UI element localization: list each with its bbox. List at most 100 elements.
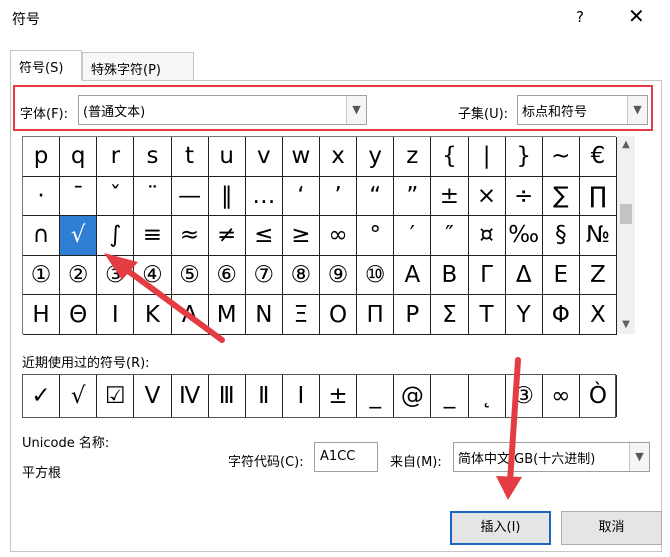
symbol-cell[interactable]: ≠ [208, 216, 246, 256]
symbol-cell[interactable]: Υ [505, 295, 543, 335]
symbol-cell[interactable]: Λ [171, 295, 209, 335]
symbol-cell[interactable]: r [97, 137, 135, 177]
font-select[interactable]: (普通文本) ▼ [78, 95, 367, 125]
char-code-input[interactable]: A1CC [314, 442, 378, 472]
symbol-cell[interactable]: ° [357, 216, 395, 256]
symbol-cell[interactable]: Ζ [579, 255, 617, 296]
symbol-cell[interactable]: Ο [320, 295, 358, 335]
symbol-cell[interactable]: ∑ [542, 176, 580, 217]
symbol-cell[interactable]: ’ [320, 176, 358, 217]
symbol-cell[interactable]: Π [357, 295, 395, 335]
recent-symbol-cell[interactable]: ③ [506, 375, 543, 417]
recent-symbol-cell[interactable]: ∞ [543, 375, 580, 417]
symbol-cell[interactable]: Ε [542, 255, 580, 296]
recent-symbol-cell[interactable]: Ⅳ [172, 375, 209, 417]
symbol-cell[interactable]: ③ [97, 255, 135, 296]
symbol-cell[interactable]: } [505, 137, 543, 177]
symbol-cell[interactable]: ~ [542, 137, 580, 177]
symbol-cell[interactable]: ⑦ [245, 255, 283, 296]
symbol-cell[interactable]: Α [394, 255, 432, 296]
symbol-cell[interactable]: ″ [431, 216, 469, 256]
symbol-cell[interactable]: ‰ [505, 216, 543, 256]
recent-symbol-cell[interactable]: _ [431, 375, 469, 417]
symbol-cell[interactable]: Σ [431, 295, 469, 335]
symbol-cell[interactable]: ‘ [282, 176, 320, 217]
symbol-cell[interactable]: — [171, 176, 209, 217]
recent-symbol-cell[interactable]: ˛ [469, 375, 506, 417]
symbol-cell[interactable]: ± [431, 176, 469, 217]
recent-symbol-cell[interactable]: Ò [580, 375, 617, 417]
chevron-down-icon[interactable]: ▼ [627, 96, 647, 124]
symbol-cell[interactable]: Ρ [394, 295, 432, 335]
symbol-cell[interactable]: ¤ [468, 216, 506, 256]
symbol-cell[interactable]: Ν [245, 295, 283, 335]
close-icon[interactable]: ✕ [628, 4, 645, 28]
recent-symbol-cell[interactable]: Ⅰ [283, 375, 320, 417]
symbol-cell[interactable]: × [468, 176, 506, 217]
symbol-cell[interactable]: ¨ [134, 176, 172, 217]
symbol-cell[interactable]: w [282, 137, 320, 177]
symbol-cell[interactable]: ∩ [23, 216, 61, 256]
symbol-cell[interactable]: ” [394, 176, 432, 217]
symbol-cell[interactable]: ′ [394, 216, 432, 256]
grid-scrollbar[interactable]: ▲ ▼ [617, 136, 635, 334]
symbol-cell[interactable]: ∫ [97, 216, 135, 256]
symbol-cell[interactable]: ˇ [97, 176, 135, 217]
recent-symbol-cell[interactable]: @ [394, 375, 432, 417]
symbol-cell[interactable]: ⑥ [208, 255, 246, 296]
symbol-cell[interactable]: t [171, 137, 209, 177]
symbol-cell[interactable]: … [245, 176, 283, 217]
chevron-down-icon[interactable]: ▼ [629, 443, 649, 471]
tab-symbols[interactable]: 符号(S) [10, 50, 82, 81]
scroll-down-icon[interactable]: ▼ [617, 316, 635, 334]
symbol-cell[interactable]: ∞ [320, 216, 358, 256]
symbol-cell[interactable]: ② [60, 255, 98, 296]
symbol-cell[interactable]: ∏ [579, 176, 617, 217]
symbol-cell[interactable]: Τ [468, 295, 506, 335]
symbol-cell[interactable]: Δ [505, 255, 543, 296]
symbol-cell[interactable]: · [23, 176, 61, 217]
symbol-cell[interactable]: ⑤ [171, 255, 209, 296]
symbol-cell[interactable]: | [468, 137, 506, 177]
recent-symbol-cell[interactable]: Ⅱ [246, 375, 283, 417]
symbol-cell[interactable]: z [394, 137, 432, 177]
symbol-cell[interactable]: “ [357, 176, 395, 217]
recent-symbol-cell[interactable]: Ⅴ [134, 375, 172, 417]
symbol-cell[interactable]: q [60, 137, 98, 177]
symbol-cell[interactable]: s [134, 137, 172, 177]
recent-symbol-cell[interactable]: ☑ [97, 375, 135, 417]
symbol-cell[interactable]: Η [23, 295, 61, 335]
symbol-cell[interactable]: ⑧ [282, 255, 320, 296]
symbol-cell[interactable]: ⑩ [357, 255, 395, 296]
symbol-cell[interactable]: Β [431, 255, 469, 296]
symbol-cell[interactable]: Χ [579, 295, 617, 335]
help-icon[interactable]: ? [576, 8, 584, 26]
symbol-cell[interactable]: p [23, 137, 61, 177]
subset-select[interactable]: 标点和符号 ▼ [517, 95, 648, 125]
scroll-up-icon[interactable]: ▲ [617, 136, 635, 154]
symbol-cell[interactable]: Κ [134, 295, 172, 335]
symbol-cell[interactable]: v [245, 137, 283, 177]
recent-symbol-cell[interactable]: ± [320, 375, 358, 417]
chevron-down-icon[interactable]: ▼ [346, 96, 366, 124]
symbol-cell[interactable]: y [357, 137, 395, 177]
symbol-cell[interactable]: ≥ [282, 216, 320, 256]
recent-symbol-cell[interactable]: ✓ [23, 375, 61, 417]
symbol-cell[interactable]: √ [60, 216, 98, 256]
symbol-cell[interactable]: Γ [468, 255, 506, 296]
symbol-cell[interactable]: ˉ [60, 176, 98, 217]
symbol-cell[interactable]: u [208, 137, 246, 177]
symbol-cell[interactable]: Θ [60, 295, 98, 335]
symbol-cell[interactable]: { [431, 137, 469, 177]
scroll-thumb[interactable] [620, 204, 632, 224]
recent-symbol-cell[interactable]: _ [357, 375, 395, 417]
symbol-cell[interactable]: ≈ [171, 216, 209, 256]
from-select[interactable]: 简体中文 GB(十六进制) ▼ [453, 442, 650, 472]
symbol-cell[interactable]: № [579, 216, 617, 256]
symbol-cell[interactable]: Μ [208, 295, 246, 335]
symbol-cell[interactable]: € [579, 137, 617, 177]
symbol-cell[interactable]: ① [23, 255, 61, 296]
symbol-cell[interactable]: ≤ [245, 216, 283, 256]
symbol-cell[interactable]: ⑨ [320, 255, 358, 296]
recent-symbol-cell[interactable]: Ⅲ [209, 375, 246, 417]
